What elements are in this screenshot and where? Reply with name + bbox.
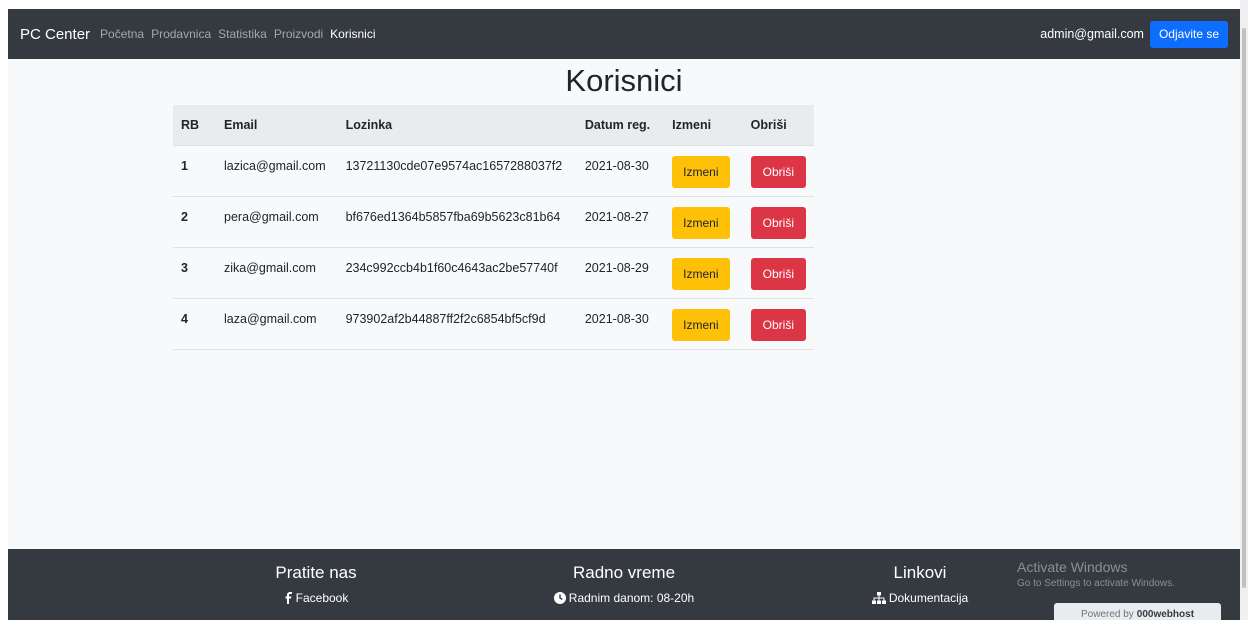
activate-title: Activate Windows — [1017, 559, 1128, 575]
cell-delete: Obriši — [742, 298, 814, 350]
table-row: 4 laza@gmail.com 973902af2b44887ff2f2c68… — [173, 298, 814, 350]
table-row: 2 pera@gmail.com bf676ed1364b5857fba69b5… — [173, 196, 814, 248]
footer-hours-label: Radnim danom: 08-20h — [568, 590, 695, 605]
delete-button[interactable]: Obriši — [750, 257, 806, 290]
column-header-edit: Izmeni — [664, 105, 743, 146]
facebook-icon — [285, 591, 292, 604]
hosting-badge[interactable]: Powered by 000webhost — [1054, 603, 1221, 620]
cell-date: 2021-08-30 — [576, 145, 665, 197]
footer-hours-column: Radno vreme Radnim danom: 08-20h — [544, 563, 704, 606]
cell-delete: Obriši — [742, 145, 814, 197]
cell-email: pera@gmail.com — [216, 196, 338, 248]
top-strip — [0, 0, 1248, 9]
delete-button[interactable]: Obriši — [750, 155, 806, 188]
users-table: RB Email Lozinka Datum reg. Izmeni Obriš… — [173, 105, 814, 350]
activate-subtitle: Go to Settings to activate Windows. — [1017, 578, 1175, 589]
footer-follow-column: Pratite nas Facebook — [258, 563, 374, 606]
footer-links-column: Linkovi Dokumentacija — [868, 563, 972, 606]
column-header-delete: Obriši — [742, 105, 814, 146]
main-content: Korisnici RB Email Lozinka Datum reg. Iz… — [8, 59, 1240, 549]
footer-link-documentation[interactable]: Dokumentacija — [868, 589, 972, 606]
cell-email: lazica@gmail.com — [216, 145, 338, 197]
cell-edit: Izmeni — [664, 145, 743, 197]
table-header-row: RB Email Lozinka Datum reg. Izmeni Obriš… — [173, 105, 814, 146]
windows-activation-watermark: Activate Windows Go to Settings to activ… — [1017, 559, 1175, 589]
powered-by-label: Powered by — [1080, 608, 1134, 620]
cell-date: 2021-08-27 — [576, 196, 665, 248]
cell-edit: Izmeni — [664, 196, 743, 248]
nav-links: Početna Prodavnica Statistika Proizvodi … — [100, 27, 383, 41]
nav-link-prodavnica[interactable]: Prodavnica — [151, 27, 211, 41]
edit-button[interactable]: Izmeni — [672, 257, 730, 290]
footer-facebook-label: Facebook — [295, 590, 349, 605]
footer-hours-item: Radnim danom: 08-20h — [544, 589, 704, 606]
cell-password: 13721130cde07e9574ac1657288037f2 — [337, 145, 577, 197]
column-header-date: Datum reg. — [576, 105, 665, 146]
cell-email: laza@gmail.com — [216, 298, 338, 350]
page-title: Korisnici — [565, 63, 683, 98]
footer-follow-title: Pratite nas — [275, 563, 357, 582]
edit-button[interactable]: Izmeni — [672, 206, 730, 239]
cell-rb: 4 — [173, 298, 217, 350]
nav-link-korisnici[interactable]: Korisnici — [330, 27, 375, 41]
edit-button[interactable]: Izmeni — [672, 155, 730, 188]
footer-documentation-label: Dokumentacija — [888, 590, 969, 605]
scrollbar-thumb[interactable] — [1242, 28, 1246, 588]
logout-button[interactable]: Odjavite se — [1149, 20, 1228, 48]
nav-link-proizvodi[interactable]: Proizvodi — [274, 27, 323, 41]
footer-links-title: Linkovi — [893, 563, 947, 582]
column-header-rb: RB — [173, 105, 217, 146]
cell-email: zika@gmail.com — [216, 247, 338, 299]
cell-date: 2021-08-29 — [576, 247, 665, 299]
footer: Pratite nas Facebook Radno vreme Radnim … — [8, 549, 1240, 620]
footer-link-facebook[interactable]: Facebook — [258, 589, 374, 606]
cell-password: 234c992ccb4b1f60c4643ac2be57740f — [337, 247, 577, 299]
host-name: 000webhost — [1136, 608, 1195, 620]
table-row: 3 zika@gmail.com 234c992ccb4b1f60c4643ac… — [173, 247, 814, 299]
table-row: 1 lazica@gmail.com 13721130cde07e9574ac1… — [173, 145, 814, 197]
column-header-email: Email — [216, 105, 338, 146]
delete-button[interactable]: Obriši — [750, 308, 806, 341]
cell-delete: Obriši — [742, 196, 814, 248]
cell-delete: Obriši — [742, 247, 814, 299]
cell-rb: 3 — [173, 247, 217, 299]
footer-hours-title: Radno vreme — [572, 563, 676, 582]
cell-rb: 2 — [173, 196, 217, 248]
edit-button[interactable]: Izmeni — [672, 308, 730, 341]
clock-icon — [553, 591, 566, 604]
cell-date: 2021-08-30 — [576, 298, 665, 350]
cell-edit: Izmeni — [664, 298, 743, 350]
sitemap-icon — [871, 591, 886, 604]
cell-rb: 1 — [173, 145, 217, 197]
cell-edit: Izmeni — [664, 247, 743, 299]
nav-link-statistika[interactable]: Statistika — [218, 27, 267, 41]
cell-password: 973902af2b44887ff2f2c6854bf5cf9d — [337, 298, 577, 350]
nav-link-pocetna[interactable]: Početna — [100, 27, 144, 41]
column-header-password: Lozinka — [337, 105, 577, 146]
nav-user-area: admin@gmail.com Odjavite se — [1040, 9, 1228, 59]
delete-button[interactable]: Obriši — [750, 206, 806, 239]
user-email: admin@gmail.com — [1040, 27, 1144, 41]
cell-password: bf676ed1364b5857fba69b5623c81b64 — [337, 196, 577, 248]
navbar: PC Center Početna Prodavnica Statistika … — [8, 9, 1240, 59]
brand-logo[interactable]: PC Center — [20, 26, 90, 43]
